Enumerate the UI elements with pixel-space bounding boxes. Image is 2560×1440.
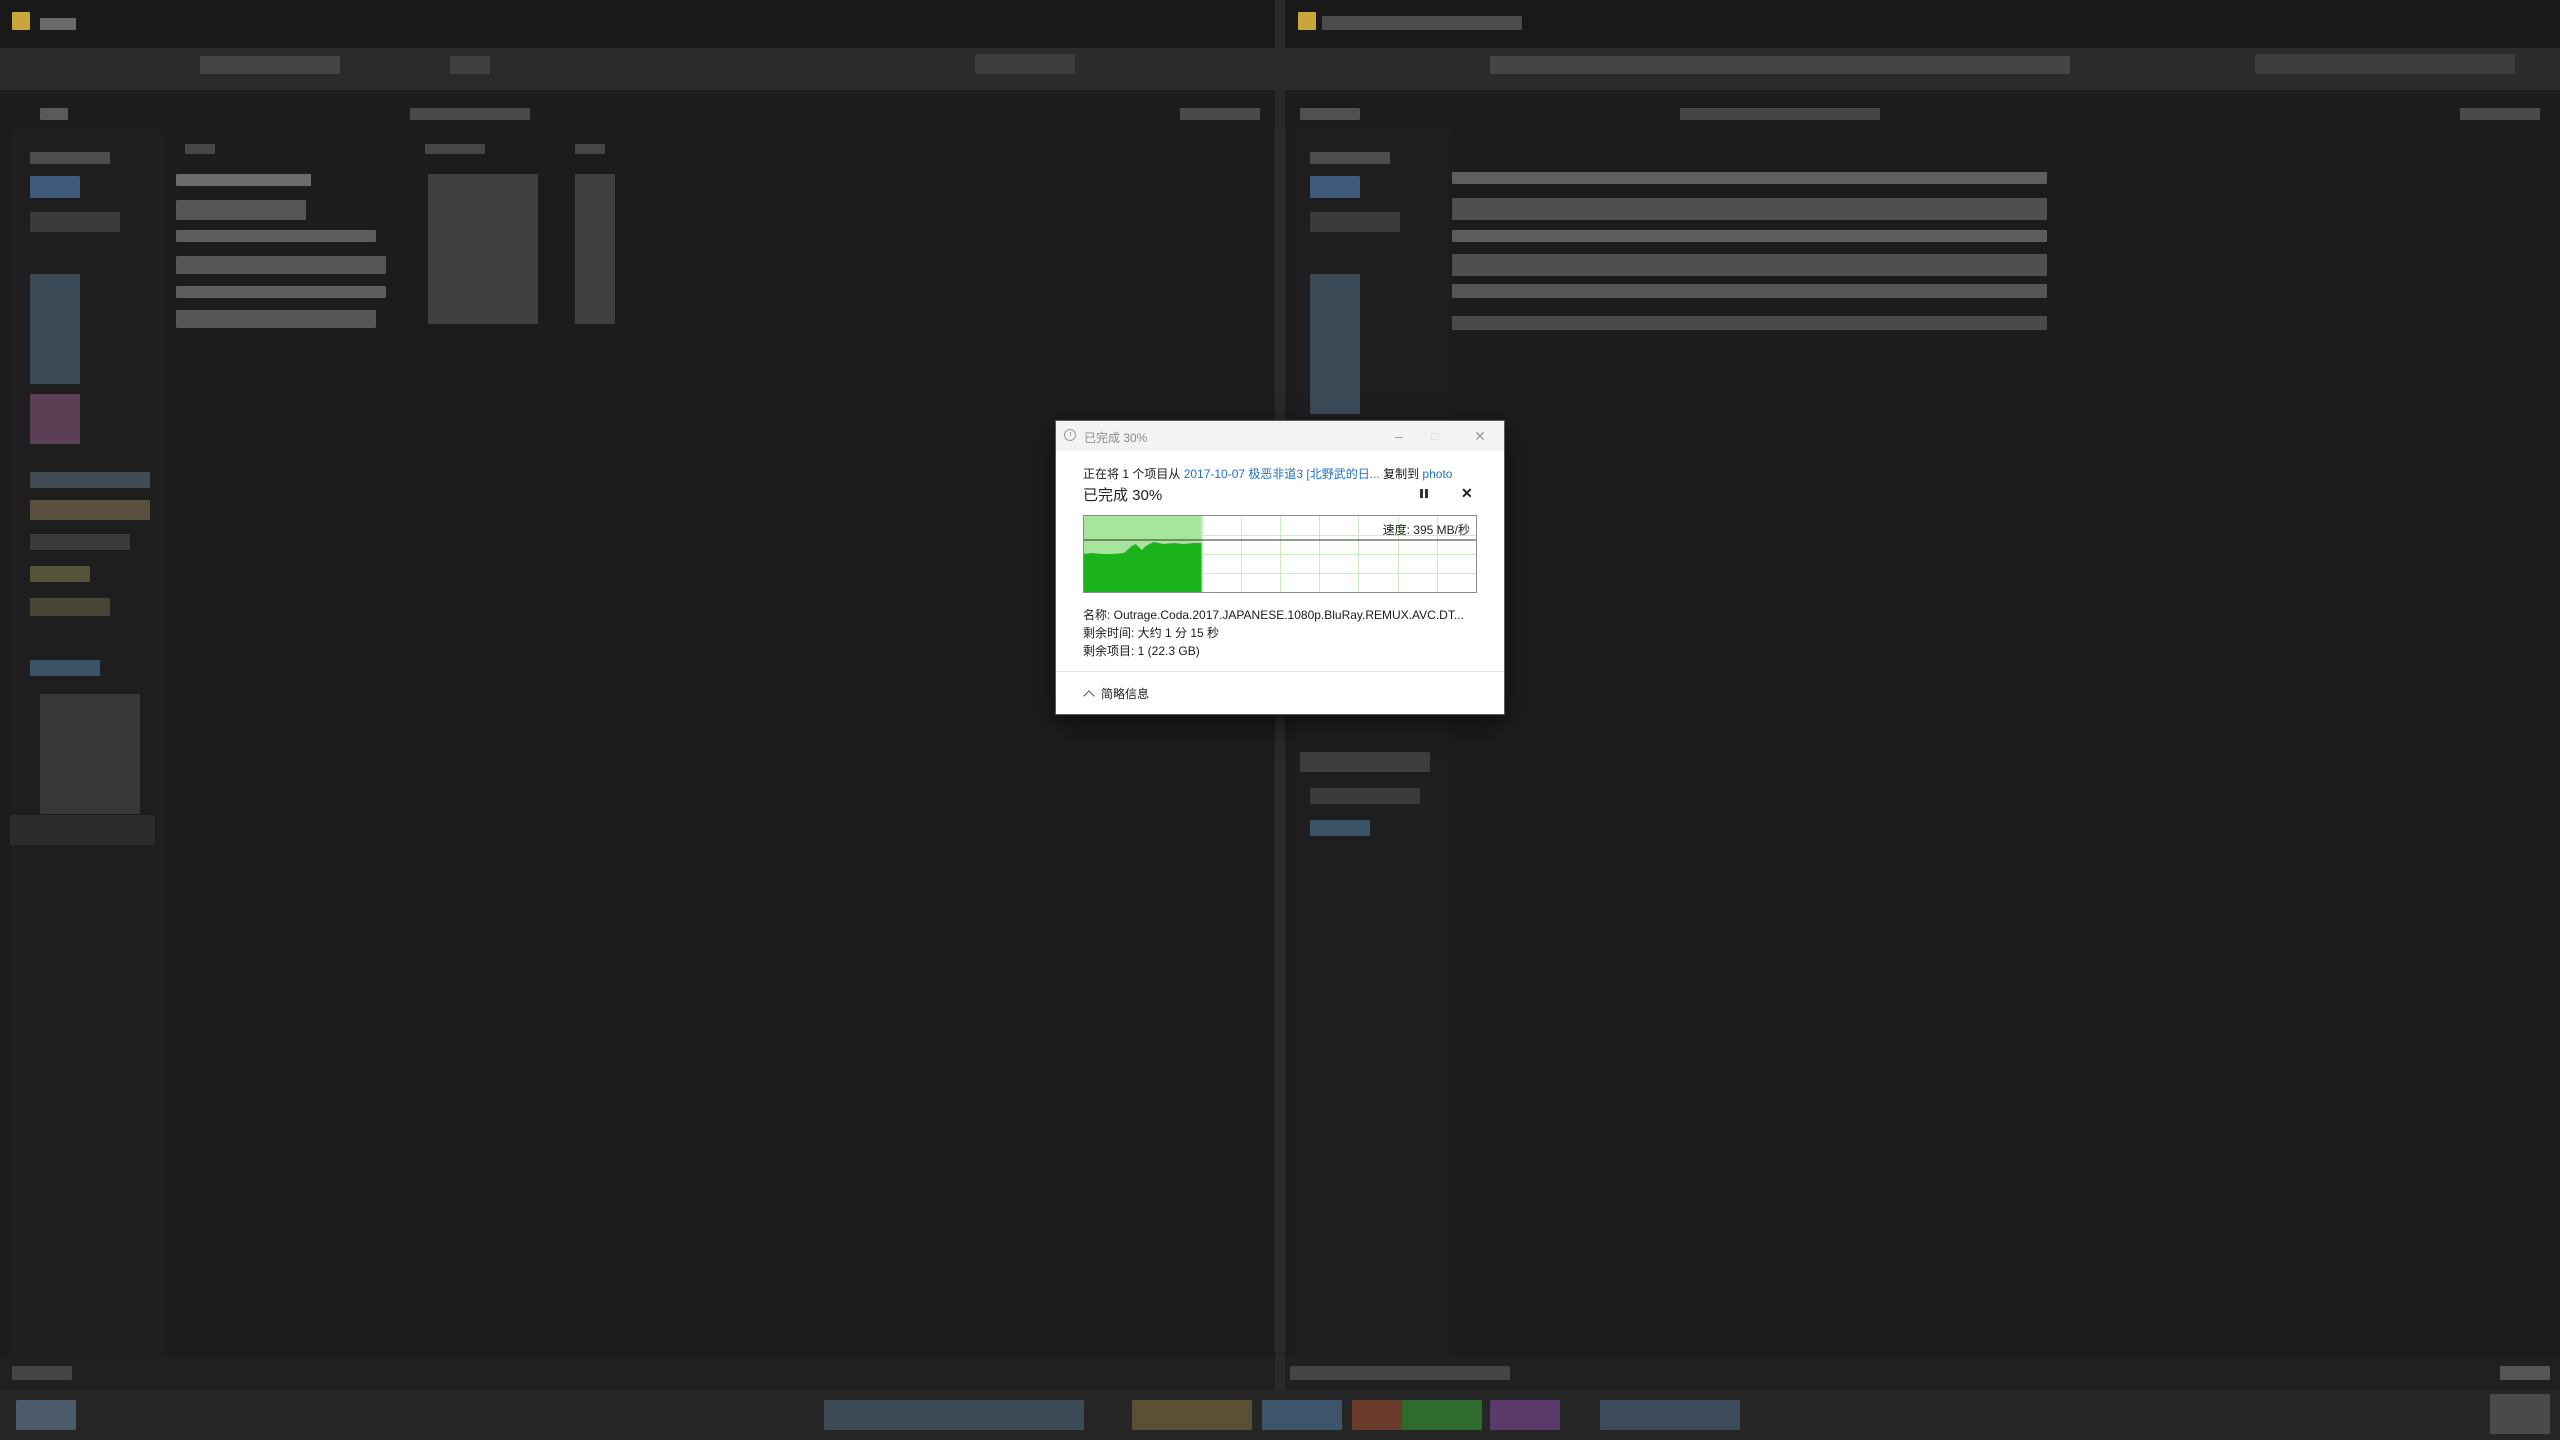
source-folder-link[interactable]: 2017-10-07 极恶非道3 [北野武的日... — [1184, 467, 1380, 481]
start-button-blur[interactable] — [16, 1400, 76, 1430]
speed-text: 速度: 395 MB/秒 — [1382, 523, 1470, 537]
file-row-blur — [1452, 284, 2047, 298]
maximize-button: □ — [1431, 429, 1439, 443]
sidebar-item-blur — [1310, 176, 1360, 198]
dialog-title-bar[interactable]: 已完成 30% – □ ✕ — [1056, 421, 1504, 451]
file-row-blur — [1452, 198, 2047, 220]
sidebar-selected-item — [10, 815, 155, 845]
time-remaining-line: 剩余时间: 大约 1 分 15 秒 — [1083, 626, 1220, 640]
left-command-bar — [0, 90, 1275, 132]
speed-graph: 速度: 395 MB/秒 — [1083, 515, 1477, 593]
sidebar-item-blur — [30, 394, 80, 444]
status-text-blur — [2500, 1366, 2550, 1380]
left-status-bar — [0, 1357, 1275, 1390]
sidebar-item-blur — [30, 212, 120, 232]
file-row-blur — [1452, 254, 2047, 276]
sidebar-item-blur — [30, 598, 110, 616]
taskbar-apps-blur[interactable] — [1490, 1400, 1560, 1430]
file-row-blur — [176, 256, 386, 274]
taskbar-apps-blur[interactable] — [1600, 1400, 1740, 1430]
details-block: 名称: Outrage.Coda.2017.JAPANESE.1080p.Blu… — [1083, 606, 1464, 660]
dialog-separator — [1056, 671, 1504, 672]
sidebar-item-blur — [30, 176, 80, 198]
pause-icon[interactable] — [1417, 487, 1431, 501]
left-command-blur — [40, 108, 68, 120]
date-column-blur — [428, 174, 538, 324]
sidebar-item-blur — [1310, 212, 1400, 232]
percent-complete: 已完成 30% — [1083, 487, 1163, 504]
right-search-blur — [2255, 54, 2515, 74]
sidebar-item-blur — [40, 694, 140, 814]
left-address-blur — [200, 56, 340, 74]
right-window-title-blur — [1322, 16, 1522, 30]
clock-icon — [1064, 429, 1076, 441]
less-details-label: 简略信息 — [1101, 687, 1150, 701]
file-name-line: 名称: Outrage.Coda.2017.JAPANESE.1080p.Blu… — [1083, 608, 1464, 622]
less-details-button[interactable]: 简略信息 — [1083, 685, 1150, 702]
sidebar-item-blur — [1310, 820, 1370, 836]
status-middle: 复制到 — [1379, 467, 1423, 481]
right-command-blur — [1300, 108, 1360, 120]
column-header-blur — [185, 144, 215, 154]
sidebar-item-blur — [1310, 788, 1420, 804]
sidebar-item-blur — [1310, 152, 1390, 164]
taskbar-apps-blur[interactable] — [1132, 1400, 1252, 1430]
sidebar-item-blur — [1310, 274, 1360, 414]
sidebar-item-blur — [30, 152, 110, 164]
left-title-bar — [0, 0, 1275, 48]
status-text-blur — [1290, 1366, 1510, 1380]
sidebar-item-blur — [30, 566, 90, 582]
file-row-blur — [1452, 316, 2047, 330]
dialog-title: 已完成 30% — [1084, 431, 1148, 445]
column-header-blur — [425, 144, 485, 154]
sidebar-item-blur — [1300, 752, 1430, 772]
chevron-up-icon — [1083, 690, 1095, 702]
right-command-blur — [2460, 108, 2540, 120]
file-row-blur — [1452, 230, 2047, 242]
folder-icon — [1298, 12, 1316, 30]
left-address-blur — [450, 56, 490, 74]
sidebar-item-blur — [30, 472, 150, 488]
sidebar-item-blur — [30, 534, 130, 550]
system-tray-blur[interactable] — [2490, 1394, 2550, 1434]
left-toolbar — [0, 48, 1275, 90]
sidebar-item-blur — [30, 274, 80, 384]
items-remaining-line: 剩余项目: 1 (22.3 GB) — [1083, 644, 1200, 658]
taskbar-apps-blur[interactable] — [1262, 1400, 1342, 1430]
right-command-blur — [1680, 108, 1880, 120]
destination-folder-link[interactable]: photo — [1422, 467, 1452, 481]
close-button[interactable]: ✕ — [1467, 425, 1493, 447]
left-command-blur — [410, 108, 530, 120]
type-column-blur — [575, 174, 615, 324]
folder-icon — [12, 12, 30, 30]
left-window-title-blur — [40, 18, 76, 30]
left-command-blur — [1180, 108, 1260, 120]
left-search-blur — [975, 54, 1075, 74]
file-row-blur — [176, 230, 376, 242]
column-header-blur — [575, 144, 605, 154]
right-address-blur — [1490, 56, 2070, 74]
right-command-bar — [1285, 90, 2560, 132]
taskbar-apps-blur[interactable] — [1402, 1400, 1482, 1430]
status-prefix: 正在将 1 个项目从 — [1083, 467, 1184, 481]
minimize-button[interactable]: – — [1386, 425, 1412, 447]
sidebar-item-blur — [30, 500, 150, 520]
file-row-blur — [176, 286, 386, 298]
stop-icon[interactable]: ✕ — [1461, 485, 1473, 501]
status-text-blur — [12, 1366, 72, 1380]
copy-status-line: 正在将 1 个项目从 2017-10-07 极恶非道3 [北野武的日... 复制… — [1083, 465, 1452, 482]
copy-progress-dialog: 已完成 30% – □ ✕ 正在将 1 个项目从 2017-10-07 极恶非道… — [1056, 421, 1504, 714]
sidebar-item-blur — [30, 660, 100, 676]
file-row-blur — [176, 310, 376, 328]
taskbar-search-blur[interactable] — [824, 1400, 1084, 1430]
file-row-blur — [176, 174, 311, 186]
file-row-blur — [176, 200, 306, 220]
file-row-blur — [1452, 172, 2047, 184]
